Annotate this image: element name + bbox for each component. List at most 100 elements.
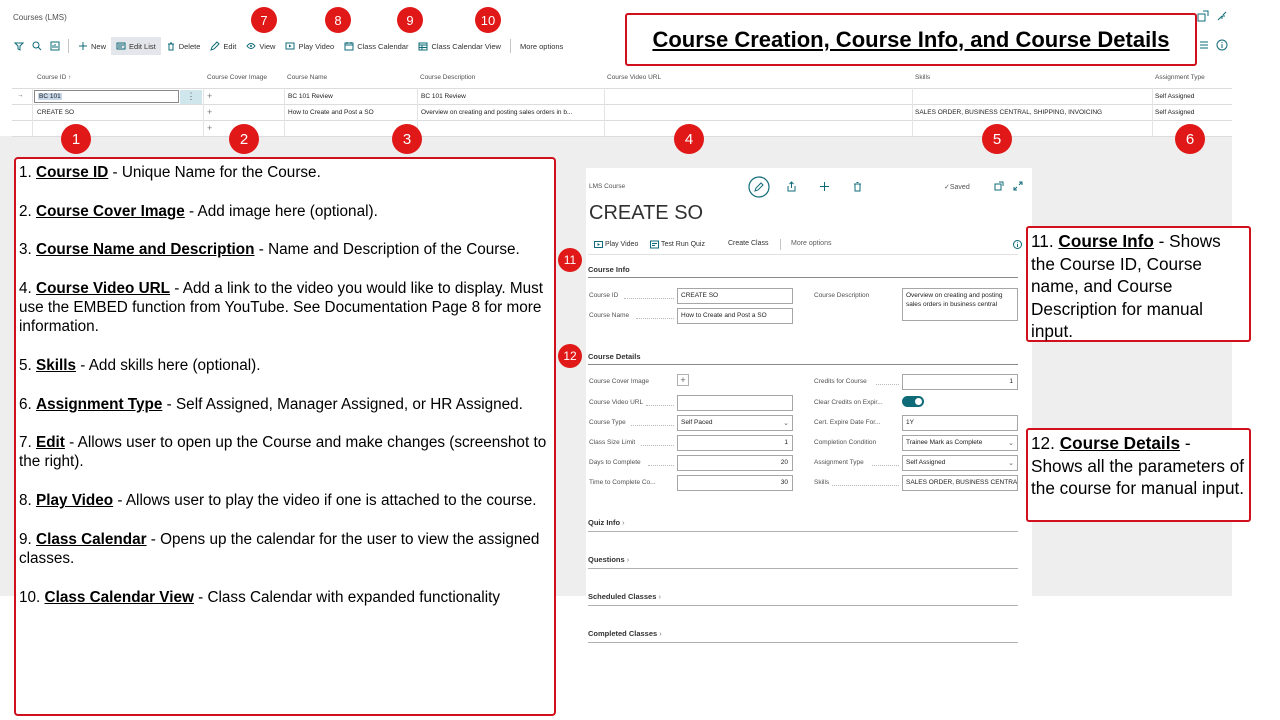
edit-circle-icon[interactable] (748, 176, 770, 198)
play-video-button[interactable]: Play Video (280, 37, 339, 55)
credits-field[interactable]: 1 (902, 374, 1018, 390)
col-header-skills[interactable]: Skills (915, 74, 930, 86)
expand-icon[interactable] (1013, 181, 1023, 191)
time-field[interactable]: 30 (677, 475, 793, 491)
col-header-course-name[interactable]: Course Name (287, 74, 327, 86)
class-calendar-button[interactable]: Class Calendar (339, 37, 413, 55)
chevron-right-icon: › (626, 555, 630, 564)
grid-line (912, 88, 913, 136)
scheduled-classes-section[interactable]: Scheduled Classes › (588, 592, 661, 601)
assignment-type-cell[interactable]: Self Assigned (1155, 93, 1194, 100)
expire-field[interactable]: 1Y (902, 415, 1018, 431)
note-item: 8. Play Video - Allows user to play the … (19, 492, 537, 510)
notes-panel: 1. Course ID - Unique Name for the Cours… (14, 157, 556, 716)
card-title: CREATE SO (589, 202, 704, 224)
play-video-action[interactable]: Play Video (594, 240, 638, 249)
add-cover-image-button[interactable]: + (207, 123, 212, 133)
row-indicator-arrow: → (17, 92, 24, 99)
filter-icon[interactable] (10, 37, 28, 55)
label-leader (876, 384, 899, 385)
course-name-cell[interactable]: BC 101 Review (288, 93, 333, 100)
row-actions-button[interactable]: ⋮ (180, 90, 202, 104)
col-header-cover-image[interactable]: Course Cover Image (207, 74, 267, 86)
class-size-field[interactable]: 1 (677, 435, 793, 451)
edit-button[interactable]: Edit (205, 37, 241, 55)
add-cover-image-button[interactable]: + (207, 107, 212, 117)
class-calendar-view-button[interactable]: Class Calendar View (413, 37, 505, 55)
skills-label: Skills (814, 479, 830, 486)
toolbar-separator (509, 39, 511, 53)
test-run-quiz-action[interactable]: Test Run Quiz (650, 240, 705, 249)
create-class-action[interactable]: Create Class (728, 240, 768, 247)
course-description-cell[interactable]: Overview on creating and posting sales o… (421, 109, 601, 116)
card-breadcrumb: LMS Course (589, 183, 626, 190)
course-info-heading[interactable]: Course Info (588, 265, 630, 274)
plus-icon[interactable] (819, 181, 830, 192)
toolbar-separator (780, 239, 781, 250)
section-underline (588, 277, 1018, 278)
callout-badge-5: 5 (982, 124, 1012, 154)
days-field[interactable]: 20 (677, 455, 793, 471)
note-item: 1. Course ID - Unique Name for the Cours… (19, 164, 321, 181)
course-id-input[interactable]: BC 101 (34, 90, 179, 103)
edit-list-button[interactable]: Edit List (111, 37, 161, 55)
questions-section[interactable]: Questions › (588, 555, 629, 564)
completed-classes-section[interactable]: Completed Classes › (588, 629, 662, 638)
info-icon[interactable] (1216, 39, 1228, 51)
callout-badge-3: 3 (392, 124, 422, 154)
expire-label: Cert. Expire Date For... (814, 419, 881, 426)
share-icon[interactable] (786, 181, 797, 192)
course-card: LMS Course ✓Saved CREATE SO Play Video T… (586, 168, 1032, 594)
col-header-assignment-type[interactable]: Assignment Type (1155, 74, 1205, 86)
course-id-cell[interactable]: CREATE SO (37, 109, 74, 116)
more-options-button[interactable]: More options (515, 37, 568, 55)
trash-icon[interactable] (852, 181, 863, 192)
note-item: 10. Class Calendar View - Class Calendar… (19, 588, 500, 606)
course-type-select[interactable]: Self Paced ⌄ (677, 415, 793, 431)
popout-icon[interactable] (994, 181, 1004, 191)
new-button[interactable]: New (73, 37, 111, 55)
course-id-field[interactable]: CREATE SO (677, 288, 793, 304)
skills-field[interactable]: SALES ORDER, BUSINESS CENTRAL (902, 475, 1018, 491)
chevron-right-icon: › (622, 518, 625, 527)
more-options-action[interactable]: More options (791, 240, 831, 247)
chevron-down-icon: ⌄ (783, 420, 789, 427)
callout-badge-8: 8 (325, 7, 351, 33)
col-header-course-id[interactable]: Course ID ↑ (37, 74, 71, 86)
callout-badge-4: 4 (674, 124, 704, 154)
course-description-cell[interactable]: BC 101 Review (421, 93, 466, 100)
search-icon[interactable] (28, 37, 46, 55)
col-header-course-description[interactable]: Course Description (420, 74, 475, 86)
col-header-video-url[interactable]: Course Video URL (607, 74, 661, 86)
clear-credits-toggle[interactable] (902, 396, 924, 407)
label-leader (636, 318, 674, 319)
add-cover-image-button[interactable]: + (207, 91, 212, 101)
collapse-icon[interactable] (1216, 10, 1228, 22)
action-toolbar: New Edit List Delete Edit View Play Vide… (10, 36, 568, 56)
list-view-icon[interactable] (1198, 39, 1210, 51)
course-details-heading[interactable]: Course Details (588, 352, 641, 361)
course-name-cell[interactable]: How to Create and Post a SO (288, 109, 374, 116)
popout-icon[interactable] (1197, 10, 1209, 22)
view-button[interactable]: View (241, 37, 280, 55)
skills-cell[interactable]: SALES ORDER, BUSINESS CENTRAL, SHIPPING,… (915, 109, 1150, 116)
course-name-field[interactable]: How to Create and Post a SO (677, 308, 793, 324)
delete-button[interactable]: Delete (161, 37, 206, 55)
callout-badge-10: 10 (475, 7, 501, 33)
info-icon[interactable] (1013, 240, 1022, 249)
analyze-icon[interactable] (46, 37, 64, 55)
assignment-type-select[interactable]: Self Assigned ⌄ (902, 455, 1018, 471)
eye-icon (246, 43, 256, 49)
section-underline (588, 531, 1018, 532)
section-underline (588, 364, 1018, 365)
completion-select[interactable]: Trainee Mark as Complete ⌄ (902, 435, 1018, 451)
add-cover-image-button[interactable]: + (677, 374, 689, 386)
course-description-field[interactable]: Overview on creating and posting sales o… (902, 288, 1018, 321)
quiz-info-section[interactable]: Quiz Info › (588, 518, 625, 527)
label-leader (832, 485, 899, 486)
clear-credits-label: Clear Credits on Expir... (814, 399, 883, 406)
assignment-type-cell[interactable]: Self Assigned (1155, 109, 1194, 116)
video-url-field[interactable] (677, 395, 793, 411)
class-size-label: Class Size Limit (589, 439, 636, 446)
video-url-label: Course Video URL (589, 399, 644, 406)
